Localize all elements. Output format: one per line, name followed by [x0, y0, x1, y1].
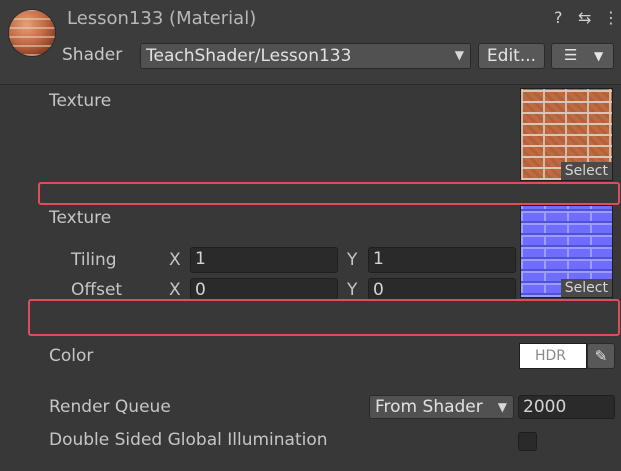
shader-label: Shader: [62, 45, 123, 65]
tiling-x-label: X: [169, 250, 181, 270]
texture2-slot[interactable]: Select: [520, 205, 613, 298]
chevron-down-icon: ▼: [594, 49, 604, 63]
dsgi-label: Double Sided Global Illumination: [49, 430, 328, 450]
texture2-select-button[interactable]: Select: [560, 279, 612, 297]
color-swatch[interactable]: HDR: [519, 343, 587, 369]
shader-value: TeachShader/Lesson133: [146, 46, 352, 66]
tiling-y-label: Y: [347, 250, 358, 270]
shader-dropdown[interactable]: TeachShader/Lesson133 ▼: [140, 43, 471, 69]
highlight-box: [38, 182, 620, 205]
material-title: Lesson133 (Material): [67, 8, 257, 29]
eyedropper-icon[interactable]: ✎: [587, 343, 615, 369]
offset-x-field[interactable]: 0: [190, 278, 338, 300]
texture1-select-button[interactable]: Select: [560, 162, 612, 180]
texture2-label: Texture: [49, 208, 112, 228]
tiling-y-field[interactable]: 1: [368, 247, 516, 273]
hdr-label: HDR: [535, 348, 567, 364]
edit-shader-button[interactable]: Edit...: [478, 43, 545, 69]
texture1-label: Texture: [49, 91, 112, 111]
more-options-icon[interactable]: ⋮: [603, 8, 619, 27]
offset-y-label: Y: [347, 280, 358, 300]
help-icon[interactable]: ?: [554, 8, 563, 27]
highlight-box: [28, 299, 620, 336]
preset-settings-icon[interactable]: ⇆: [578, 8, 591, 27]
render-queue-dropdown[interactable]: From Shader ▼: [369, 395, 514, 419]
offset-x-label: X: [169, 280, 181, 300]
render-queue-label: Render Queue: [49, 397, 171, 417]
tiling-x-field[interactable]: 1: [190, 247, 338, 273]
tiling-label: Tiling: [71, 250, 117, 270]
offset-label: Offset: [71, 280, 123, 300]
render-queue-mode: From Shader: [375, 397, 483, 417]
dsgi-checkbox[interactable]: [518, 432, 537, 451]
shader-options-button[interactable]: ☰ ▼: [551, 43, 614, 69]
list-icon: ☰: [564, 46, 578, 64]
offset-y-field[interactable]: 0: [368, 278, 516, 300]
texture1-slot[interactable]: Select: [520, 88, 613, 181]
chevron-down-icon: ▼: [454, 48, 464, 62]
color-label: Color: [49, 346, 94, 366]
material-preview-icon: [9, 10, 55, 56]
chevron-down-icon: ▼: [497, 400, 507, 414]
render-queue-value[interactable]: 2000: [518, 395, 615, 419]
